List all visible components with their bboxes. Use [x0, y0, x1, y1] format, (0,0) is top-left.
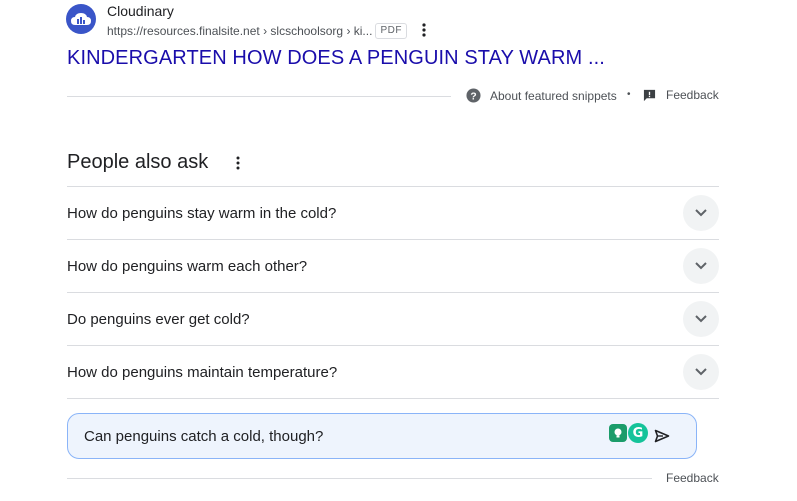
ask-input-text[interactable]: Can penguins catch a cold, though? [84, 428, 323, 445]
paa-question: How do penguins maintain temperature? [67, 363, 338, 381]
expand-button[interactable] [683, 301, 719, 337]
lightbulb-icon [614, 428, 622, 438]
about-featured-snippets-link[interactable]: ? About featured snippets [466, 88, 617, 103]
paa-question: Do penguins ever get cold? [67, 310, 250, 328]
paa-question: How do penguins stay warm in the cold? [67, 204, 337, 222]
result-menu-button[interactable] [416, 20, 432, 40]
site-url-text: https://resources.finalsite.net › slcsch… [107, 24, 373, 38]
snippet-feedback-link[interactable]: Feedback [643, 88, 719, 102]
expand-button[interactable] [683, 195, 719, 231]
pdf-badge: PDF [375, 23, 407, 39]
about-featured-snippets-label: About featured snippets [490, 88, 617, 103]
paa-feedback-link[interactable]: Feedback [666, 471, 719, 485]
paa-question: How do penguins warm each other? [67, 257, 308, 275]
grammarly-extension-icon[interactable]: G [628, 423, 648, 443]
feedback-icon [643, 89, 656, 101]
svg-text:?: ? [470, 91, 476, 102]
result-title-link[interactable]: KINDERGARTEN HOW DOES A PENGUIN STAY WAR… [67, 47, 605, 70]
expand-button[interactable] [683, 354, 719, 390]
separator-dot: • [627, 89, 631, 100]
expand-button[interactable] [683, 248, 719, 284]
paa-question-row[interactable]: How do penguins maintain temperature? [67, 345, 719, 399]
cloud-icon [71, 13, 91, 25]
paa-question-row[interactable]: How do penguins warm each other? [67, 239, 719, 292]
more-vert-icon [236, 156, 240, 170]
divider [67, 96, 451, 97]
people-also-ask-heading: People also ask [67, 151, 209, 173]
paa-list: How do penguins stay warm in the cold? H… [67, 186, 719, 399]
snippet-feedback-label: Feedback [666, 88, 719, 102]
paa-question-row[interactable]: Do penguins ever get cold? [67, 292, 719, 345]
chevron-down-icon [695, 262, 707, 270]
send-button[interactable] [653, 427, 671, 445]
site-url[interactable]: https://resources.finalsite.net › slcsch… [107, 23, 407, 39]
lightbulb-extension-icon[interactable] [609, 424, 627, 442]
chevron-down-icon [695, 368, 707, 376]
chevron-down-icon [695, 209, 707, 217]
site-name[interactable]: Cloudinary [107, 3, 174, 19]
send-icon [654, 429, 670, 443]
help-icon: ? [466, 88, 481, 103]
paa-menu-button[interactable] [230, 152, 246, 174]
more-vert-icon [422, 23, 426, 37]
site-logo[interactable] [66, 4, 96, 34]
chevron-down-icon [695, 315, 707, 323]
divider [67, 478, 652, 479]
paa-question-row[interactable]: How do penguins stay warm in the cold? [67, 186, 719, 239]
